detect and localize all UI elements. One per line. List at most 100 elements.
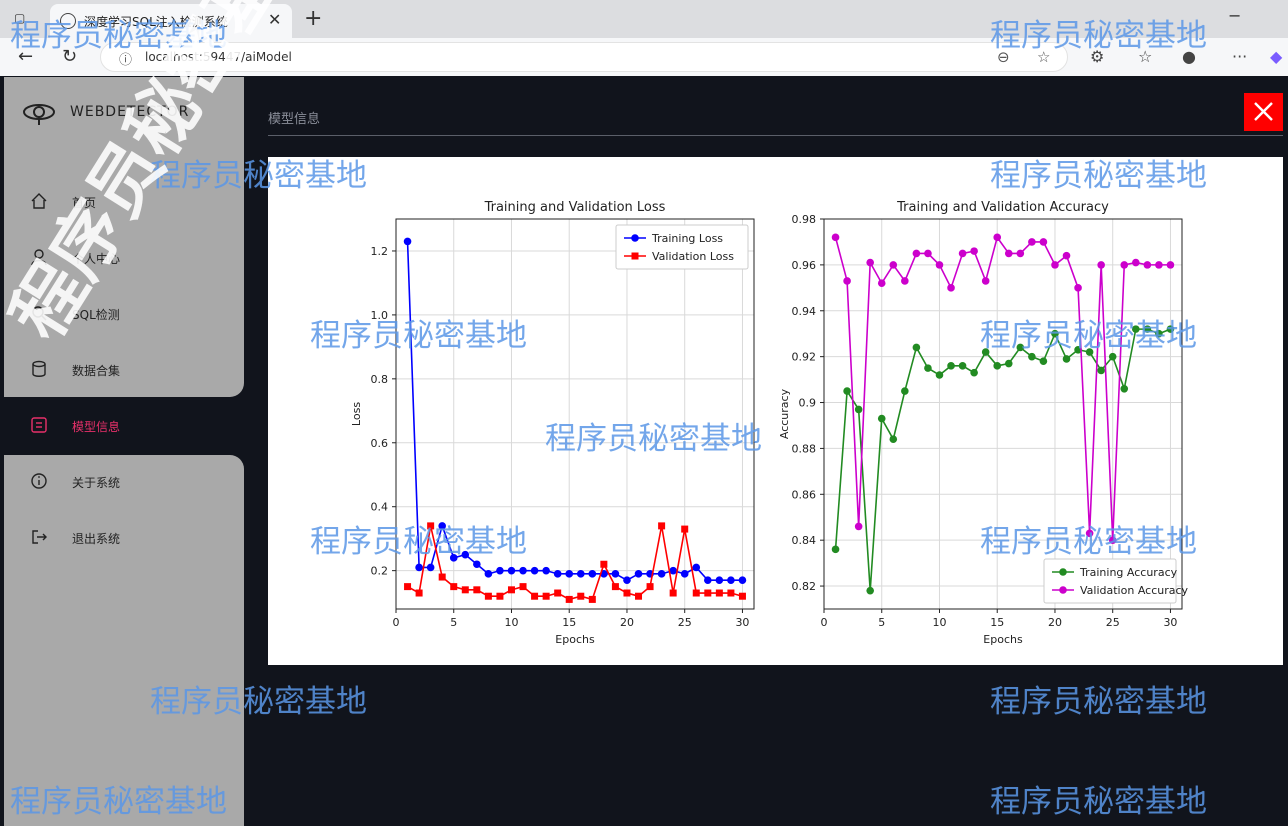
legend-label: Validation Loss xyxy=(652,250,734,263)
data-point xyxy=(901,387,909,395)
watermark: 程序员秘密基地 xyxy=(990,784,1207,820)
sidebar-lower xyxy=(4,455,244,826)
y-tick-label: 0.86 xyxy=(792,488,817,501)
data-point xyxy=(993,233,1002,242)
watermark: 程序员秘密基地 xyxy=(310,524,527,560)
sidebar-item-logout[interactable]: 退出系统 xyxy=(30,526,230,550)
legend-label: Validation Accuracy xyxy=(1080,584,1189,597)
sidebar-item-about[interactable]: 关于系统 xyxy=(30,470,230,494)
data-point xyxy=(565,570,574,578)
data-point xyxy=(403,237,412,246)
x-tick-label: 25 xyxy=(1106,616,1120,629)
chart-title: Training and Validation Accuracy xyxy=(896,200,1109,215)
y-tick-label: 0.4 xyxy=(371,501,389,514)
data-point xyxy=(484,592,492,600)
data-point xyxy=(669,589,677,597)
data-point xyxy=(1062,251,1071,260)
data-point xyxy=(554,589,562,597)
model-icon xyxy=(31,417,47,433)
data-point xyxy=(588,570,597,578)
data-point xyxy=(981,277,990,285)
x-axis-label: Epochs xyxy=(983,633,1023,646)
sidebar-item-label: 关于系统 xyxy=(72,476,121,490)
data-point xyxy=(646,583,654,591)
title-divider xyxy=(268,135,1283,136)
data-point xyxy=(507,566,516,575)
data-point xyxy=(727,576,735,585)
data-point xyxy=(970,368,978,377)
more-menu-icon[interactable]: ··· xyxy=(1232,47,1247,66)
data-point xyxy=(1166,261,1175,269)
y-tick-label: 1.2 xyxy=(371,245,389,258)
data-point xyxy=(843,277,851,285)
y-axis-label: Accuracy xyxy=(778,388,791,439)
watermark: 程序员秘密基地 xyxy=(980,318,1197,354)
sidebar-item-datasets[interactable]: 数据合集 xyxy=(30,358,230,382)
data-point xyxy=(715,576,724,585)
y-axis-label: Loss xyxy=(350,402,363,426)
data-point xyxy=(924,364,932,372)
sidebar-item-model-info[interactable]: 模型信息 xyxy=(30,414,230,438)
data-point xyxy=(507,586,515,594)
legend-marker xyxy=(631,234,639,242)
data-point xyxy=(1051,261,1059,269)
x-tick-label: 20 xyxy=(1048,616,1062,629)
close-button[interactable] xyxy=(1244,93,1283,131)
data-point xyxy=(958,249,967,258)
data-point xyxy=(889,435,898,444)
data-point xyxy=(947,284,955,292)
data-point xyxy=(843,387,851,395)
data-point xyxy=(473,560,481,569)
data-point xyxy=(577,592,585,600)
data-point xyxy=(1039,238,1048,246)
watermark: 程序员秘密基地 xyxy=(150,684,367,720)
legend-marker xyxy=(1059,568,1067,576)
close-icon xyxy=(1254,102,1273,121)
y-tick-label: 0.98 xyxy=(792,213,817,226)
data-point xyxy=(1039,357,1048,366)
data-point xyxy=(970,247,978,255)
data-point xyxy=(623,576,631,585)
data-point xyxy=(600,560,608,568)
data-point xyxy=(658,522,666,530)
sidebar-item-label: 数据合集 xyxy=(72,364,121,378)
y-tick-label: 0.6 xyxy=(371,437,389,450)
data-point xyxy=(438,573,446,581)
data-point xyxy=(1062,355,1071,363)
new-tab-icon[interactable]: + xyxy=(304,6,322,31)
data-point xyxy=(1132,258,1140,267)
y-tick-label: 0.96 xyxy=(792,259,817,272)
data-point xyxy=(415,589,423,597)
data-point xyxy=(935,261,944,269)
y-tick-label: 0.8 xyxy=(371,373,389,386)
legend-label: Training Loss xyxy=(651,232,723,245)
x-tick-label: 0 xyxy=(821,616,828,629)
data-point xyxy=(1016,249,1025,258)
data-point xyxy=(877,279,886,288)
data-point xyxy=(704,576,712,585)
x-tick-label: 30 xyxy=(1163,616,1177,629)
data-point xyxy=(623,589,631,597)
data-point xyxy=(912,249,921,258)
data-point xyxy=(1155,261,1163,269)
copilot-icon[interactable]: ◆ xyxy=(1270,47,1282,66)
minimize-window-icon[interactable]: − xyxy=(1228,6,1241,25)
data-point xyxy=(657,570,666,578)
data-point xyxy=(611,583,619,591)
data-point xyxy=(553,570,562,578)
x-tick-label: 15 xyxy=(990,616,1004,629)
data-point xyxy=(704,589,712,597)
data-point xyxy=(727,589,735,597)
data-point xyxy=(565,595,573,603)
data-point xyxy=(473,586,481,594)
data-point xyxy=(519,583,527,591)
data-point xyxy=(877,414,886,423)
data-point xyxy=(866,586,874,595)
legend-marker xyxy=(631,252,639,260)
watermark: 程序员秘密基地 xyxy=(990,684,1207,720)
data-point xyxy=(1097,261,1105,269)
data-point xyxy=(611,570,620,578)
data-point xyxy=(854,405,863,414)
data-point xyxy=(519,566,527,575)
data-point xyxy=(542,566,550,575)
